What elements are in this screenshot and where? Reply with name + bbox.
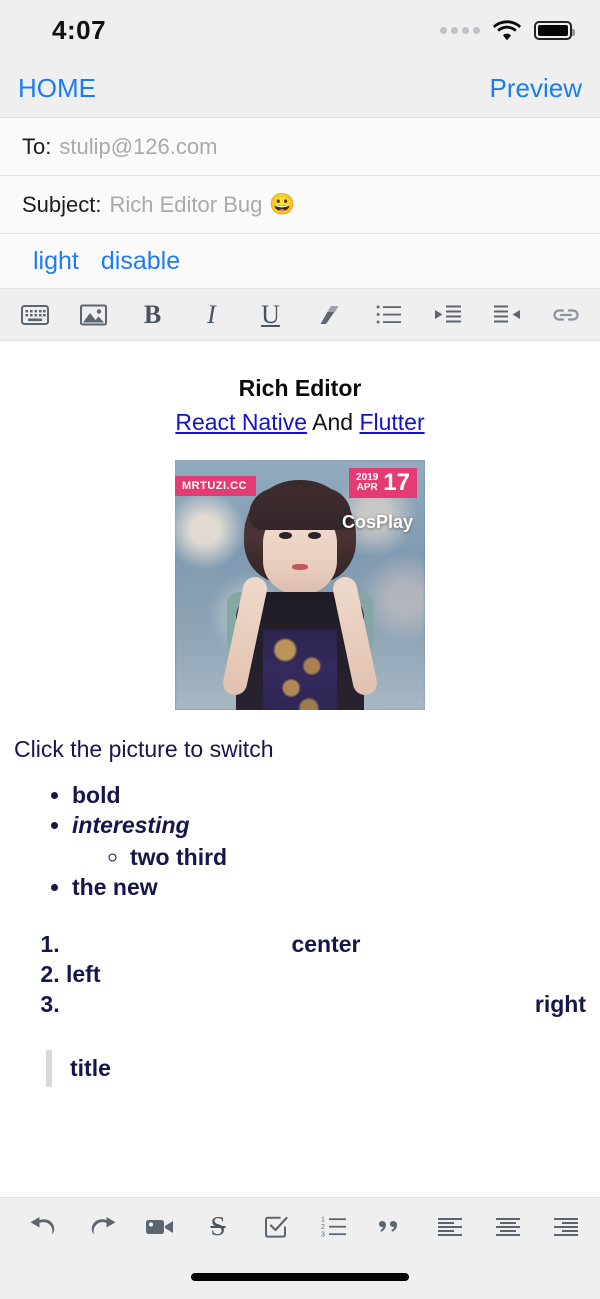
undo-icon[interactable]: [28, 1211, 60, 1243]
svg-text:2: 2: [321, 1224, 325, 1231]
home-indicator-area: [0, 1255, 600, 1299]
disable-toggle-button[interactable]: disable: [101, 247, 180, 276]
nav-bar: HOME Preview: [0, 60, 600, 118]
video-icon[interactable]: [144, 1211, 176, 1243]
bold-icon[interactable]: B: [138, 300, 168, 330]
status-bar: 4:07: [0, 0, 600, 60]
top-toolbar: B I U: [0, 289, 600, 341]
image-icon[interactable]: [79, 300, 109, 330]
list-item: two third: [130, 843, 586, 873]
cosplay-photo[interactable]: MRTUZI.CC 2019 APR 17 CosPlay: [175, 460, 425, 710]
editor-content[interactable]: Rich Editor React Native And Flutter MRT…: [0, 341, 600, 1197]
list-item: center: [66, 929, 586, 959]
link-icon[interactable]: [551, 300, 581, 330]
home-back-button[interactable]: HOME: [18, 73, 96, 104]
list-item: the new: [72, 873, 586, 903]
strikethrough-icon[interactable]: S: [202, 1211, 234, 1243]
list-item: left: [66, 959, 586, 989]
to-label: To:: [22, 133, 52, 159]
align-left-icon[interactable]: [434, 1211, 466, 1243]
wifi-icon: [493, 19, 521, 40]
align-center-icon[interactable]: [492, 1211, 524, 1243]
subject-field-row[interactable]: Subject: Rich Editor Bug 😀: [0, 176, 600, 234]
ordered-list-icon[interactable]: 1 2 3: [318, 1211, 350, 1243]
document-subtitle: React Native And Flutter: [14, 409, 586, 436]
photo-mouth: [292, 564, 308, 570]
photo-date-badge: 2019 APR 17: [349, 468, 417, 498]
blockquote: title: [46, 1049, 586, 1087]
battery-full-icon: [534, 20, 575, 40]
smiley-emoji-icon: 😀: [269, 192, 296, 216]
editor-image-wrapper: MRTUZI.CC 2019 APR 17 CosPlay: [14, 460, 586, 710]
indent-icon[interactable]: [433, 300, 463, 330]
eraser-icon[interactable]: [315, 300, 345, 330]
keyboard-icon[interactable]: [20, 300, 50, 330]
svg-text:1: 1: [321, 1216, 325, 1223]
quote-icon[interactable]: [376, 1211, 408, 1243]
photo-caption: CosPlay: [341, 512, 413, 532]
editor-options-row: light disable: [0, 234, 600, 289]
ordered-list: center left right: [14, 929, 586, 1020]
photo-site-badge: MRTUZI.CC: [175, 476, 256, 496]
redo-icon[interactable]: [86, 1211, 118, 1243]
preview-button[interactable]: Preview: [490, 73, 582, 104]
photo-bangs: [249, 488, 351, 530]
subtitle-middle-text: And: [307, 409, 360, 435]
list-item: right: [66, 989, 586, 1019]
photo-date-yearmonth: 2019 APR: [356, 472, 378, 494]
list-item: interesting: [72, 811, 586, 841]
react-native-link[interactable]: React Native: [175, 409, 307, 435]
to-input[interactable]: stulip@126.com: [59, 134, 217, 160]
outdent-icon[interactable]: [492, 300, 522, 330]
photo-eye-left: [279, 532, 292, 539]
status-indicators: [440, 19, 575, 41]
document-title: Rich Editor: [238, 375, 362, 401]
photo-date-day: 17: [383, 469, 410, 496]
italic-icon[interactable]: I: [197, 300, 227, 330]
ordered-item-center: center: [291, 930, 361, 957]
caption-paragraph: Click the picture to switch: [14, 736, 274, 762]
flutter-link[interactable]: Flutter: [359, 409, 424, 435]
list-item: bold: [72, 781, 586, 811]
unordered-list-icon[interactable]: [374, 300, 404, 330]
nested-bullet-list: two third: [72, 843, 586, 873]
underline-icon[interactable]: U: [256, 300, 286, 330]
signal-dots-icon: [440, 26, 480, 34]
ordered-item-left: left: [66, 960, 101, 987]
theme-toggle-button[interactable]: light: [33, 247, 79, 276]
ordered-item-right: right: [534, 991, 586, 1018]
photo-date-month: APR: [356, 482, 378, 493]
bullet-list: bold interesting two third the new: [14, 781, 586, 903]
photo-dress: [263, 630, 337, 710]
status-time: 4:07: [52, 14, 107, 45]
svg-text:3: 3: [321, 1231, 325, 1237]
photo-eye-right: [308, 532, 321, 539]
align-right-icon[interactable]: [550, 1211, 582, 1243]
checkbox-icon[interactable]: [260, 1211, 292, 1243]
phone-screen: 4:07 HOME Preview To: stulip@126.com Sub…: [0, 0, 600, 1299]
home-indicator[interactable]: [191, 1273, 409, 1281]
to-field-row[interactable]: To: stulip@126.com: [0, 118, 600, 176]
subject-label: Subject:: [22, 191, 102, 217]
subject-input[interactable]: Rich Editor Bug: [110, 192, 263, 218]
bottom-toolbar: S 1 2 3: [0, 1197, 600, 1255]
